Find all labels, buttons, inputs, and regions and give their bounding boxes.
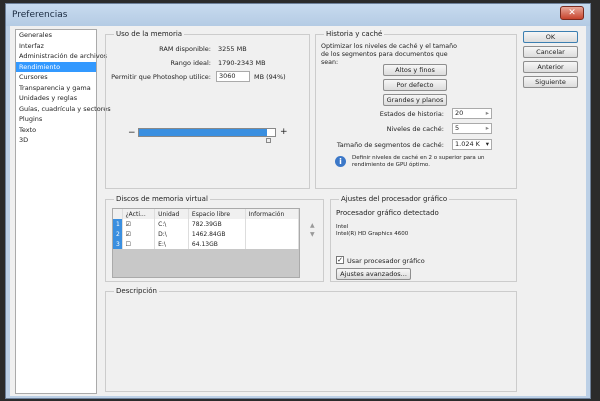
free-space-cell: 782.39GB [188, 219, 246, 229]
cache-levels-label: Niveles de caché: [386, 125, 444, 133]
cache-levels-value: 5 [455, 124, 460, 132]
history-cache-group: Historia y caché Optimizar los niveles d… [315, 30, 517, 189]
free-space-cell: 1462.84GB [188, 229, 246, 239]
slider-handle[interactable] [266, 138, 271, 143]
sidebar-item[interactable]: Plugins [16, 114, 96, 125]
sidebar-item[interactable]: Interfaz [16, 41, 96, 52]
gpu-detected-label: Procesador gráfico detectado [336, 209, 439, 217]
col-free-space[interactable]: Espacio libre [188, 209, 246, 219]
gpu-settings-group: Ajustes del procesador gráfico Procesado… [330, 195, 517, 282]
range-label: Rango ideal: [170, 59, 211, 67]
window-title: Preferencias [12, 10, 68, 20]
memory-percent: MB (94%) [254, 73, 286, 81]
sidebar-item[interactable]: Transparencia y gama [16, 83, 96, 94]
history-group-title: Historia y caché [324, 30, 385, 38]
gpu-info-text: Definir niveles de caché en 2 o superior… [352, 155, 485, 168]
scratch-disks-group: Discos de memoria virtual ¿Acti... Unida… [105, 195, 324, 282]
move-up-icon[interactable]: ▲ [310, 222, 315, 230]
gpu-group-title: Ajustes del procesador gráfico [339, 195, 450, 203]
scratch-disks-title: Discos de memoria virtual [114, 195, 210, 203]
gpu-vendor: Intel [336, 224, 349, 230]
table-row[interactable]: 3 ☐ E:\ 64.13GB [113, 239, 300, 249]
preferences-sidebar: Generales Interfaz Administración de archi… [15, 29, 111, 394]
allow-label: Permitir que Photoshop utilice: [111, 73, 211, 81]
sidebar-item[interactable]: 3D [16, 135, 96, 146]
unit-cell: C:\ [154, 219, 189, 229]
history-states-label: Estados de historia: [379, 110, 444, 118]
memory-amount-input[interactable]: 3060 [216, 71, 250, 82]
close-button[interactable]: ✕ [560, 6, 584, 20]
active-checkbox[interactable]: ☐ [122, 239, 156, 249]
default-button[interactable]: Por defecto [383, 79, 447, 91]
info-cell [245, 229, 300, 239]
ram-value: 3255 MB [218, 45, 247, 53]
row-number: 1 [113, 219, 123, 229]
memory-group: Uso de la memoria RAM disponible: 3255 M… [105, 30, 310, 189]
decrease-icon[interactable]: − [128, 128, 136, 138]
scratch-disks-table: ¿Acti... Unidad Espacio libre Informació… [112, 208, 300, 278]
gpu-model: Intel(R) HD Graphics 4600 [336, 231, 409, 237]
increase-icon[interactable]: + [280, 127, 288, 137]
cancel-button[interactable]: Cancelar [523, 46, 578, 58]
history-states-input[interactable]: 20 ▸ [452, 108, 492, 119]
tall-thin-button[interactable]: Altos y finos [383, 64, 447, 76]
unit-cell: D:\ [154, 229, 189, 239]
next-button[interactable]: Siguiente [523, 76, 578, 88]
col-active[interactable]: ¿Acti... [122, 209, 156, 219]
sidebar-item[interactable]: Rendimiento [16, 61, 96, 72]
row-number: 2 [113, 229, 123, 239]
history-states-value: 20 [455, 109, 464, 117]
description-group: Descripción [105, 287, 517, 392]
table-row[interactable]: 1 ☑ C:\ 782.39GB [113, 219, 300, 229]
memory-slider[interactable] [138, 128, 276, 137]
sidebar-item[interactable]: Generales [16, 30, 96, 41]
use-gpu-checkbox[interactable]: ✓ [336, 256, 344, 264]
active-checkbox[interactable]: ☑ [122, 229, 156, 239]
info-cell [245, 239, 300, 249]
col-unit[interactable]: Unidad [154, 209, 189, 219]
title-bar: Preferencias ✕ [6, 4, 590, 26]
sidebar-item[interactable]: Cursores [16, 72, 96, 83]
ram-label: RAM disponible: [159, 45, 211, 53]
dialog-body: Generales Interfaz Administración de archi… [10, 26, 586, 396]
sidebar-item[interactable]: Unidades y reglas [16, 93, 96, 104]
use-gpu-label: Usar procesador gráfico [347, 257, 425, 265]
info-icon: i [335, 156, 346, 167]
row-number: 3 [113, 239, 123, 249]
memory-group-title: Uso de la memoria [114, 30, 185, 38]
sidebar-item[interactable]: Texto [16, 125, 96, 136]
tile-size-value: 1.024 K [455, 140, 480, 148]
free-space-cell: 64.13GB [188, 239, 246, 249]
cache-levels-input[interactable]: 5 ▸ [452, 123, 492, 134]
info-cell [245, 219, 300, 229]
description-title: Descripción [114, 287, 159, 295]
ok-button[interactable]: OK [523, 31, 578, 43]
table-row[interactable]: 2 ☑ D:\ 1462.84GB [113, 229, 300, 239]
big-flat-button[interactable]: Grandes y planos [383, 94, 447, 106]
sidebar-item[interactable]: Administración de archivos [16, 51, 107, 62]
col-info[interactable]: Información [245, 209, 300, 219]
range-value: 1790-2343 MB [218, 59, 266, 67]
advanced-settings-button[interactable]: Ajustes avanzados... [336, 268, 411, 280]
unit-cell: E:\ [154, 239, 189, 249]
tile-size-dropdown[interactable]: 1.024 K ▾ [452, 139, 492, 150]
active-checkbox[interactable]: ☑ [122, 219, 156, 229]
previous-button[interactable]: Anterior [523, 61, 578, 73]
tile-size-label: Tamaño de segmentos de caché: [336, 141, 444, 149]
sidebar-item[interactable]: Guías, cuadrícula y sectores [16, 104, 111, 115]
preferences-window: Preferencias ✕ Generales Interfaz Administ… [5, 3, 591, 399]
slider-fill [139, 129, 267, 136]
move-down-icon[interactable]: ▼ [310, 231, 315, 238]
